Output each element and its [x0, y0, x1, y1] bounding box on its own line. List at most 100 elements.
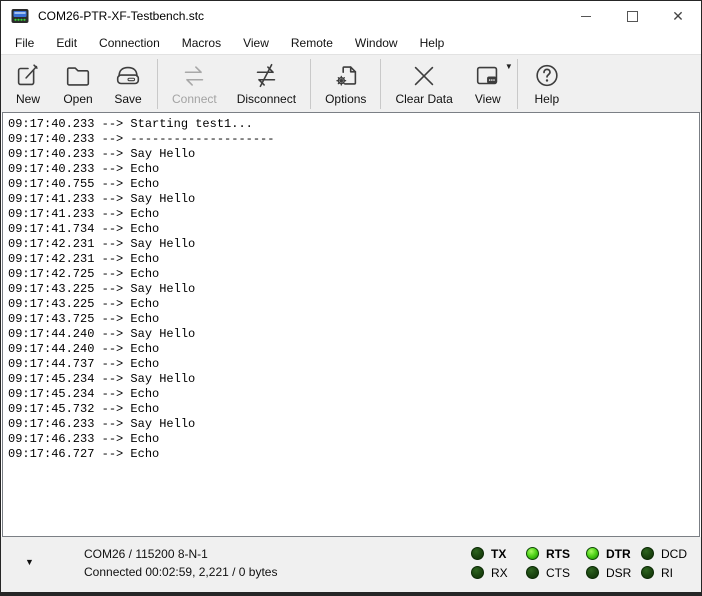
led-indicator-ri: RI: [641, 565, 687, 580]
new-document-icon: [13, 61, 43, 91]
led-column: DCD RI: [641, 546, 687, 584]
close-button[interactable]: ✕: [655, 1, 701, 31]
menu-item-connection[interactable]: Connection: [88, 33, 171, 53]
menu-item-file[interactable]: File: [4, 33, 45, 53]
led-indicator-rts: RTS: [526, 546, 570, 561]
log-line: 09:17:42.231 --> Say Hello: [8, 237, 699, 252]
led-indicator-dcd: DCD: [641, 546, 687, 561]
chevron-down-icon: ▼: [505, 62, 513, 71]
maximize-icon: [627, 11, 638, 22]
led-column: TX RX: [471, 546, 508, 584]
led-off-icon: [471, 547, 484, 560]
led-indicator-rx: RX: [471, 565, 508, 580]
led-label: DCD: [661, 547, 687, 561]
log-line: 09:17:45.234 --> Echo: [8, 387, 699, 402]
led-off-icon: [471, 566, 484, 579]
app-icon: [11, 8, 30, 24]
led-column: DTR DSR: [586, 546, 631, 584]
log-line: 09:17:46.233 --> Say Hello: [8, 417, 699, 432]
menu-bar: FileEditConnectionMacrosViewRemoteWindow…: [1, 31, 701, 54]
help-button[interactable]: Help: [523, 56, 571, 112]
log-line: 09:17:40.755 --> Echo: [8, 177, 699, 192]
led-indicator-tx: TX: [471, 546, 508, 561]
led-on-icon: [526, 547, 539, 560]
toolbar-label: Disconnect: [237, 92, 296, 106]
log-line: 09:17:40.233 --> Starting test1...: [8, 117, 699, 132]
log-line: 09:17:44.240 --> Echo: [8, 342, 699, 357]
title-bar: COM26-PTR-XF-Testbench.stc ✕: [1, 1, 701, 31]
led-off-icon: [586, 566, 599, 579]
led-label: DTR: [606, 547, 631, 561]
log-line: 09:17:43.725 --> Echo: [8, 312, 699, 327]
toolbar-label: New: [16, 92, 40, 106]
led-label: RI: [661, 566, 673, 580]
led-off-icon: [526, 566, 539, 579]
log-line: 09:17:43.225 --> Echo: [8, 297, 699, 312]
toolbar-label: Clear Data: [395, 92, 452, 106]
options-button[interactable]: Options: [316, 56, 375, 112]
clear-x-icon: [409, 61, 439, 91]
log-line: 09:17:44.737 --> Echo: [8, 357, 699, 372]
led-label: CTS: [546, 566, 570, 580]
view-button[interactable]: ▼ View: [464, 56, 512, 112]
toolbar-label: Help: [534, 92, 559, 106]
toolbar-label: View: [475, 92, 501, 106]
log-line: 09:17:45.234 --> Say Hello: [8, 372, 699, 387]
toolbar-separator: [517, 59, 518, 109]
view-window-icon: [473, 61, 503, 91]
connect-button[interactable]: Connect: [163, 56, 226, 112]
window-title: COM26-PTR-XF-Testbench.stc: [38, 9, 204, 23]
led-off-icon: [641, 547, 654, 560]
toolbar-label: Connect: [172, 92, 217, 106]
open-folder-icon: [63, 61, 93, 91]
toolbar-label: Open: [63, 92, 92, 106]
log-line: 09:17:41.734 --> Echo: [8, 222, 699, 237]
toolbar-separator: [310, 59, 311, 109]
save-button[interactable]: Save: [104, 56, 152, 112]
log-line: 09:17:40.233 --> Echo: [8, 162, 699, 177]
led-off-icon: [641, 566, 654, 579]
toolbar: New Open Save Connect: [1, 54, 701, 113]
led-indicator-dsr: DSR: [586, 565, 631, 580]
led-label: RX: [491, 566, 508, 580]
led-indicator-dtr: DTR: [586, 546, 631, 561]
save-drive-icon: [113, 61, 143, 91]
log-line: 09:17:44.240 --> Say Hello: [8, 327, 699, 342]
menu-item-help[interactable]: Help: [409, 33, 456, 53]
log-line: 09:17:45.732 --> Echo: [8, 402, 699, 417]
minimize-icon: [581, 16, 591, 17]
led-label: RTS: [546, 547, 570, 561]
toolbar-separator: [157, 59, 158, 109]
menu-item-edit[interactable]: Edit: [45, 33, 88, 53]
log-line: 09:17:41.233 --> Echo: [8, 207, 699, 222]
disconnect-arrows-icon: [251, 61, 281, 91]
menu-item-macros[interactable]: Macros: [171, 33, 232, 53]
toolbar-separator: [380, 59, 381, 109]
clear-data-button[interactable]: Clear Data: [386, 56, 461, 112]
led-column: RTS CTS: [526, 546, 570, 584]
log-line: 09:17:40.233 --> --------------------: [8, 132, 699, 147]
log-area[interactable]: 09:17:40.233 --> Starting test1...09:17:…: [2, 112, 700, 537]
log-line: 09:17:46.233 --> Echo: [8, 432, 699, 447]
disconnect-button[interactable]: Disconnect: [228, 56, 305, 112]
close-icon: ✕: [672, 9, 684, 23]
minimize-button[interactable]: [563, 1, 609, 31]
status-bar: ▼ COM26 / 115200 8-N-1 Connected 00:02:5…: [1, 537, 701, 592]
options-gear-page-icon: [331, 61, 361, 91]
led-panel: TX RX RTS CTS DTR DSR DCD RI: [1, 537, 701, 592]
menu-item-window[interactable]: Window: [344, 33, 409, 53]
menu-item-remote[interactable]: Remote: [280, 33, 344, 53]
menu-item-view[interactable]: View: [232, 33, 280, 53]
new-button[interactable]: New: [4, 56, 52, 112]
log-line: 09:17:40.233 --> Say Hello: [8, 147, 699, 162]
led-on-icon: [586, 547, 599, 560]
open-button[interactable]: Open: [54, 56, 102, 112]
log-line: 09:17:42.725 --> Echo: [8, 267, 699, 282]
log-line: 09:17:42.231 --> Echo: [8, 252, 699, 267]
maximize-button[interactable]: [609, 1, 655, 31]
led-label: TX: [491, 547, 506, 561]
log-line: 09:17:43.225 --> Say Hello: [8, 282, 699, 297]
led-label: DSR: [606, 566, 631, 580]
connect-arrows-icon: [179, 61, 209, 91]
log-line: 09:17:41.233 --> Say Hello: [8, 192, 699, 207]
